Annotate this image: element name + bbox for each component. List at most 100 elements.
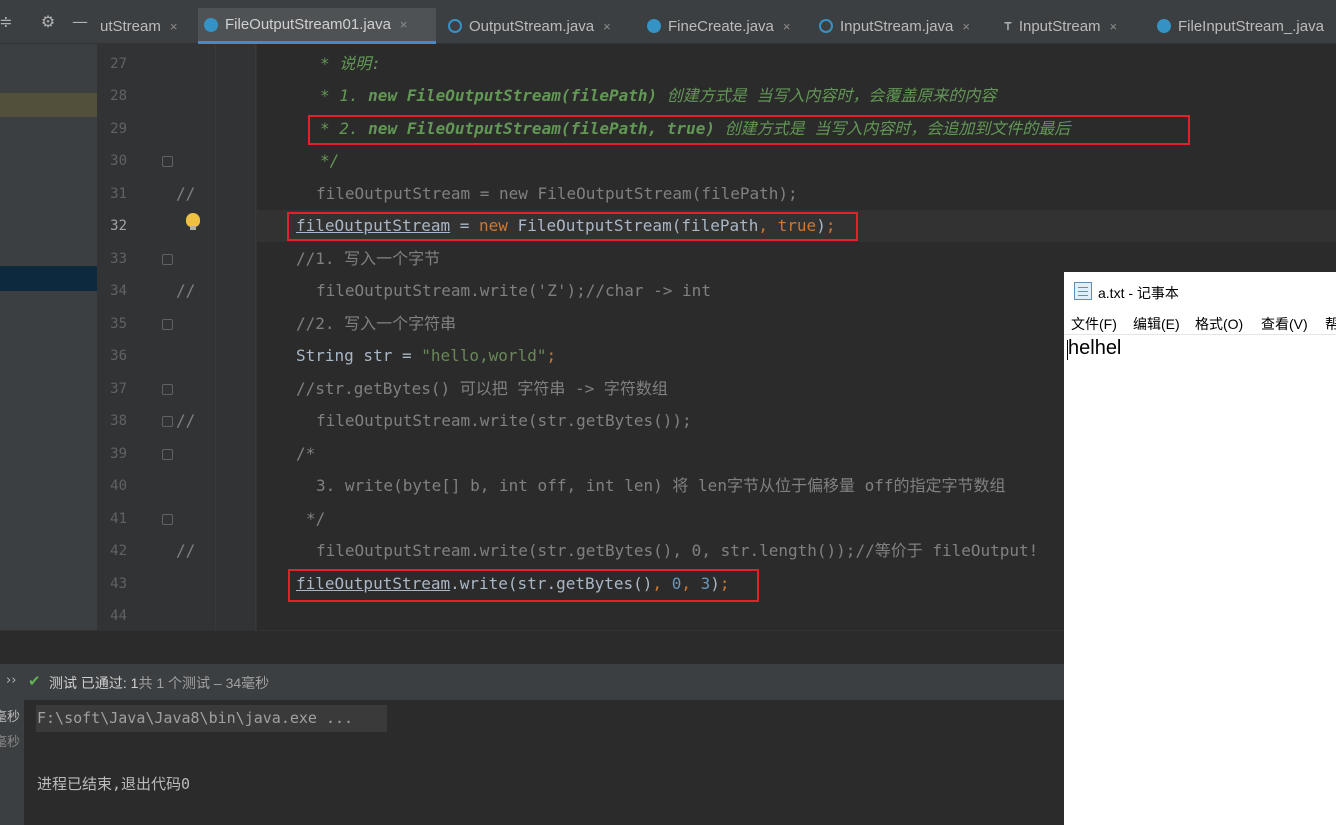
close-icon[interactable]: × xyxy=(170,19,178,34)
code-line-27: * 说明: xyxy=(320,54,381,73)
fold-marker[interactable] xyxy=(162,514,173,525)
collapse-icon[interactable]: ≑ xyxy=(0,12,16,32)
close-icon[interactable]: × xyxy=(603,19,611,34)
notepad-window[interactable]: a.txt - 记事本 文件(F) 编辑(E) 格式(O) 查看(V) 帮 he… xyxy=(1064,272,1336,825)
line-number-current: 32 xyxy=(110,218,127,234)
menu-format[interactable]: 格式(O) xyxy=(1195,314,1243,334)
project-tree-row-selected[interactable] xyxy=(0,266,97,291)
tab-finecreate[interactable]: FineCreate.java × xyxy=(647,8,790,44)
notepad-text-area[interactable]: helhel xyxy=(1068,337,1121,360)
close-icon[interactable]: × xyxy=(962,19,970,34)
fold-marker[interactable] xyxy=(162,156,173,167)
lightbulb-icon[interactable] xyxy=(186,213,200,230)
notepad-icon xyxy=(1074,282,1092,300)
code-token: ; xyxy=(546,346,557,365)
code-token: "hello,world" xyxy=(421,346,547,365)
code-line-38: fileOutputStream.write(str.getBytes()); xyxy=(316,411,692,430)
fold-marker[interactable] xyxy=(162,384,173,395)
menu-help[interactable]: 帮 xyxy=(1325,314,1336,334)
line-number: 28 xyxy=(110,88,127,104)
abstract-class-icon xyxy=(819,19,833,33)
code-line-40: 3. write(byte[] b, int off, int len) 将 l… xyxy=(316,476,1006,495)
gutter-comment-marker: // xyxy=(176,184,196,203)
test-duration: 毫秒 xyxy=(0,710,21,725)
process-exit-message: 进程已结束,退出代码0 xyxy=(37,775,191,793)
tab-inputstream-java[interactable]: InputStream.java × xyxy=(819,8,970,44)
project-tree-row[interactable] xyxy=(0,93,97,117)
line-number: 27 xyxy=(110,56,127,72)
tab-inputstream-structure[interactable]: ⊤ InputStream × xyxy=(1004,8,1117,44)
line-number: 34 xyxy=(110,283,127,299)
highlight-box xyxy=(308,115,1190,145)
code-line-34: fileOutputStream.write('Z');//char -> in… xyxy=(316,281,711,300)
highlight-box xyxy=(287,212,858,241)
highlight-box xyxy=(288,569,759,602)
line-number: 44 xyxy=(110,608,127,624)
abstract-class-icon xyxy=(448,19,462,33)
tab-label: FileOutputStream01.java xyxy=(225,16,391,33)
minimize-icon[interactable]: — xyxy=(70,12,90,32)
gutter-comment-marker: // xyxy=(176,541,196,560)
java-class-icon xyxy=(1157,19,1171,33)
close-icon[interactable]: × xyxy=(783,19,791,34)
line-number: 31 xyxy=(110,186,127,202)
structure-icon: ⊤ xyxy=(1004,18,1012,34)
tab-fileoutputstream01[interactable]: FileOutputStream01.java × xyxy=(198,8,436,44)
line-number: 39 xyxy=(110,446,127,462)
menu-file[interactable]: 文件(F) xyxy=(1071,314,1117,334)
fold-marker[interactable] xyxy=(162,319,173,330)
tab-label: FileInputStream_.java xyxy=(1178,17,1324,35)
tab-label: FineCreate.java xyxy=(668,17,774,35)
code-line-37: //str.getBytes() 可以把 字符串 -> 字符数组 xyxy=(296,379,668,398)
line-number: 37 xyxy=(110,381,127,397)
code-token: * 1. xyxy=(320,86,369,105)
notepad-title: a.txt - 记事本 xyxy=(1098,285,1179,301)
test-duration: 毫秒 xyxy=(0,735,21,750)
test-status-label: 测试 已通过: xyxy=(49,675,127,691)
line-number: 42 xyxy=(110,543,127,559)
close-icon[interactable]: × xyxy=(400,17,408,32)
line-number: 41 xyxy=(110,511,127,527)
expand-icon[interactable]: ›› xyxy=(6,673,16,688)
indent-guide xyxy=(215,44,216,630)
java-class-icon xyxy=(647,19,661,33)
check-icon: ✔ xyxy=(28,672,41,690)
tab-label: InputStream xyxy=(1018,17,1101,35)
fold-marker[interactable] xyxy=(162,449,173,460)
tab-outputstream-partial[interactable]: utStream × xyxy=(100,8,177,44)
code-token: new FileOutputStream(filePath) xyxy=(368,86,658,105)
code-line-42: fileOutputStream.write(str.getBytes(), 0… xyxy=(316,541,1039,560)
test-status-detail: 共 1 个测试 – 34毫秒 xyxy=(138,675,270,691)
test-status-count: 1 xyxy=(126,675,139,691)
code-token: 创建方式是 当写入内容时，会覆盖原来的内容 xyxy=(657,86,997,105)
gear-icon[interactable]: ⚙ xyxy=(38,12,58,32)
run-status-bar: ›› ✔ 测试 已通过: 1共 1 个测试 – 34毫秒 xyxy=(0,664,1064,700)
menu-view[interactable]: 查看(V) xyxy=(1261,314,1308,334)
notepad-menubar: 文件(F) 编辑(E) 格式(O) 查看(V) 帮 xyxy=(1064,310,1336,334)
line-number: 43 xyxy=(110,576,127,592)
gutter-comment-marker: // xyxy=(176,411,196,430)
project-panel xyxy=(0,44,97,630)
fold-marker[interactable] xyxy=(162,254,173,265)
tab-outputstream[interactable]: OutputStream.java × xyxy=(448,8,611,44)
code-line-39: /* xyxy=(296,444,316,463)
test-status: 测试 已通过: 1共 1 个测试 – 34毫秒 xyxy=(49,673,269,693)
line-number: 38 xyxy=(110,413,127,429)
line-number: 33 xyxy=(110,251,127,267)
indent-guide xyxy=(255,44,256,630)
fold-marker[interactable] xyxy=(162,416,173,427)
line-number: 30 xyxy=(110,153,127,169)
code-token: String str = xyxy=(296,346,422,365)
notepad-titlebar[interactable]: a.txt - 记事本 xyxy=(1064,272,1336,310)
code-line-30: */ xyxy=(320,151,340,170)
tab-fileinputstream[interactable]: FileInputStream_.java xyxy=(1157,8,1324,44)
code-line-41: */ xyxy=(306,509,326,528)
menu-divider xyxy=(1064,334,1336,335)
close-icon[interactable]: × xyxy=(1110,19,1118,34)
run-tree-strip: 毫秒 毫秒 xyxy=(0,700,24,825)
code-line-33: //1. 写入一个字节 xyxy=(296,249,441,268)
code-line-36: String str = "hello,world"; xyxy=(296,346,556,366)
code-line-35: //2. 写入一个字符串 xyxy=(296,314,457,333)
editor-tab-bar: ≑ ⚙ — utStream × FileOutputStream01.java… xyxy=(0,0,1336,44)
menu-edit[interactable]: 编辑(E) xyxy=(1133,314,1180,334)
